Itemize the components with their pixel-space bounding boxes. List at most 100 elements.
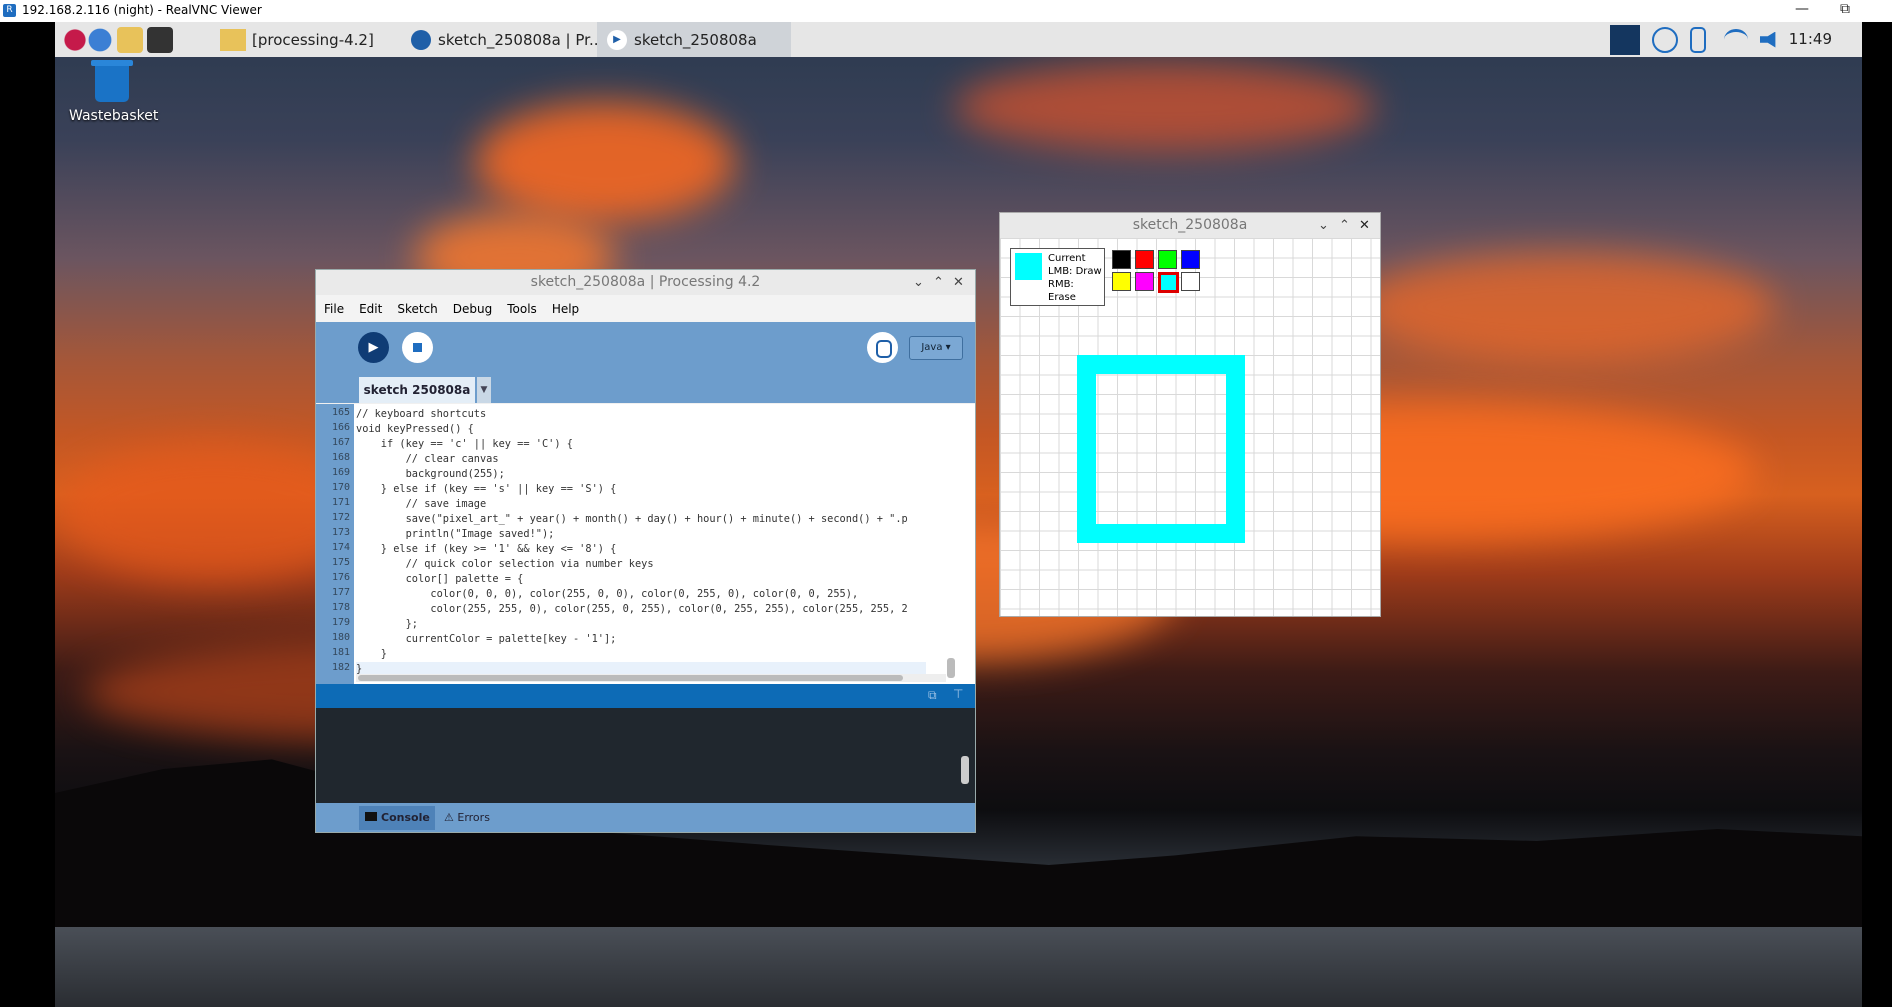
code-line[interactable]: currentColor = palette[key - '1']; bbox=[356, 632, 926, 647]
tab-console[interactable]: Console bbox=[359, 806, 435, 830]
debug-button[interactable] bbox=[867, 332, 898, 363]
code-line[interactable]: if (key == 'c' || key == 'C') { bbox=[356, 437, 926, 452]
code-pane[interactable]: // keyboard shortcuts void keyPressed() {… bbox=[356, 404, 926, 684]
restore-icon[interactable]: ⧉ bbox=[1840, 1, 1850, 17]
code-line[interactable]: save("pixel_art_" + year() + month() + d… bbox=[356, 512, 926, 527]
palette-swatch[interactable] bbox=[1112, 250, 1131, 269]
palette-swatch[interactable] bbox=[1135, 272, 1154, 291]
window-title: sketch_250808a bbox=[1132, 217, 1248, 233]
menu-debug[interactable]: Debug bbox=[453, 302, 492, 316]
mode-selector[interactable]: Java ▾ bbox=[909, 336, 963, 360]
code-line[interactable]: // save image bbox=[356, 497, 926, 512]
taskbar-button-label: [processing-4.2] bbox=[252, 30, 374, 49]
line-number: 167 bbox=[331, 437, 350, 448]
line-number: 182 bbox=[331, 662, 350, 673]
code-line[interactable]: void keyPressed() { bbox=[356, 422, 926, 437]
menu-help[interactable]: Help bbox=[552, 302, 579, 316]
chevron-down-icon[interactable]: ⌄ bbox=[1318, 213, 1329, 238]
bottom-tabs: Console ⚠ Errors bbox=[316, 803, 975, 832]
folder-icon bbox=[220, 28, 246, 51]
tray bbox=[1610, 22, 1782, 57]
tab-menu-icon[interactable]: ▼ bbox=[477, 377, 491, 403]
h-scrollbar[interactable] bbox=[358, 675, 903, 681]
pixel-canvas[interactable]: Current LMB: Draw RMB: Erase bbox=[1000, 238, 1380, 616]
line-number: 168 bbox=[331, 452, 350, 463]
terminal-icon[interactable] bbox=[147, 27, 173, 53]
current-color-swatch bbox=[1015, 253, 1042, 280]
tab-sketch[interactable]: sketch 250808a bbox=[359, 377, 475, 403]
sketch-window: sketch_250808a ⌄ ⌃ ✕ Current LMB: Draw R… bbox=[999, 212, 1381, 617]
code-line[interactable]: // clear canvas bbox=[356, 452, 926, 467]
code-line[interactable]: background(255); bbox=[356, 467, 926, 482]
download-icon[interactable] bbox=[1652, 26, 1678, 53]
legend-current: Current bbox=[1048, 253, 1086, 264]
taskbar-button-label: sketch_250808a | Pr... bbox=[438, 30, 604, 49]
code-line[interactable]: // quick color selection via number keys bbox=[356, 557, 926, 572]
chevron-up-icon[interactable]: ⌃ bbox=[933, 270, 944, 295]
line-number: 169 bbox=[331, 467, 350, 478]
desktop-icon-wastebasket[interactable]: Wastebasket bbox=[69, 60, 158, 124]
volume-icon[interactable] bbox=[1760, 31, 1776, 48]
console-output[interactable] bbox=[316, 708, 975, 803]
minimize-icon[interactable]: — bbox=[1795, 1, 1809, 17]
tab-errors-label: Errors bbox=[457, 811, 490, 824]
line-number: 176 bbox=[331, 572, 350, 583]
code-line[interactable]: color(255, 255, 0), color(255, 0, 255), … bbox=[356, 602, 926, 617]
line-number: 172 bbox=[331, 512, 350, 523]
code-editor[interactable]: 165 166 167 168 169 170 171 172 173 174 175 176 177 1… bbox=[316, 404, 975, 684]
code-line[interactable]: } bbox=[356, 647, 926, 662]
clear-icon[interactable]: ⊤ bbox=[953, 687, 963, 701]
browser-icon[interactable] bbox=[87, 27, 113, 53]
palette-swatch[interactable] bbox=[1158, 272, 1179, 293]
menu-sketch[interactable]: Sketch bbox=[397, 302, 437, 316]
code-line[interactable]: color[] palette = { bbox=[356, 572, 926, 587]
file-manager-icon[interactable] bbox=[117, 27, 143, 53]
stop-icon bbox=[413, 343, 422, 352]
close-icon[interactable]: ✕ bbox=[1359, 213, 1370, 238]
palette-swatch[interactable] bbox=[1181, 250, 1200, 269]
wifi-icon[interactable] bbox=[1724, 29, 1748, 50]
code-line[interactable]: // keyboard shortcuts bbox=[356, 407, 926, 422]
palette-swatch[interactable] bbox=[1158, 250, 1177, 269]
menu-file[interactable]: File bbox=[324, 302, 344, 316]
palette-swatch[interactable] bbox=[1181, 272, 1200, 291]
realvnc-tray-icon[interactable] bbox=[1610, 24, 1640, 55]
taskbar-button-sketch[interactable]: ▶ sketch_250808a bbox=[597, 22, 791, 57]
palette-swatch[interactable] bbox=[1112, 272, 1131, 291]
line-number: 173 bbox=[331, 527, 350, 538]
code-line[interactable]: } else if (key == 's' || key == 'S') { bbox=[356, 482, 926, 497]
line-number: 171 bbox=[331, 497, 350, 508]
sea bbox=[55, 927, 1862, 1007]
raspberry-menu-icon[interactable] bbox=[62, 27, 88, 53]
line-number: 181 bbox=[331, 647, 350, 658]
legend-lmb: LMB: Draw bbox=[1048, 266, 1102, 277]
window-title: sketch_250808a | Processing 4.2 bbox=[530, 274, 761, 290]
run-button[interactable]: ▶ bbox=[358, 332, 389, 363]
toolbar: ▶ Java ▾ bbox=[316, 322, 975, 373]
square-left bbox=[1077, 355, 1096, 543]
close-icon[interactable]: ✕ bbox=[953, 270, 964, 295]
tab-bar: sketch 250808a ▼ bbox=[316, 373, 975, 403]
menu-tools[interactable]: Tools bbox=[507, 302, 537, 316]
trash-icon bbox=[91, 60, 133, 102]
stop-button[interactable] bbox=[402, 332, 433, 363]
bluetooth-icon[interactable] bbox=[1690, 26, 1706, 53]
v-scrollbar[interactable] bbox=[947, 658, 955, 678]
code-line[interactable]: color(0, 0, 0), color(255, 0, 0), color(… bbox=[356, 587, 926, 602]
code-line[interactable]: println("Image saved!"); bbox=[356, 527, 926, 542]
v-scroll-track bbox=[946, 404, 956, 684]
code-line[interactable]: } else if (key >= '1' && key <= '8') { bbox=[356, 542, 926, 557]
tab-errors[interactable]: ⚠ Errors bbox=[444, 806, 490, 830]
chevron-down-icon[interactable]: ⌄ bbox=[913, 270, 924, 295]
square-top bbox=[1077, 355, 1245, 374]
menu-bar: File Edit Sketch Debug Tools Help bbox=[316, 295, 975, 322]
tab-console-label: Console bbox=[381, 811, 430, 824]
console-icon bbox=[365, 812, 377, 821]
console-scrollbar[interactable] bbox=[961, 756, 969, 784]
legend-rmb: RMB: Erase bbox=[1048, 279, 1076, 303]
palette-swatch[interactable] bbox=[1135, 250, 1154, 269]
code-line[interactable]: }; bbox=[356, 617, 926, 632]
menu-edit[interactable]: Edit bbox=[359, 302, 382, 316]
copy-icon[interactable]: ⧉ bbox=[928, 688, 937, 703]
chevron-up-icon[interactable]: ⌃ bbox=[1339, 213, 1350, 238]
